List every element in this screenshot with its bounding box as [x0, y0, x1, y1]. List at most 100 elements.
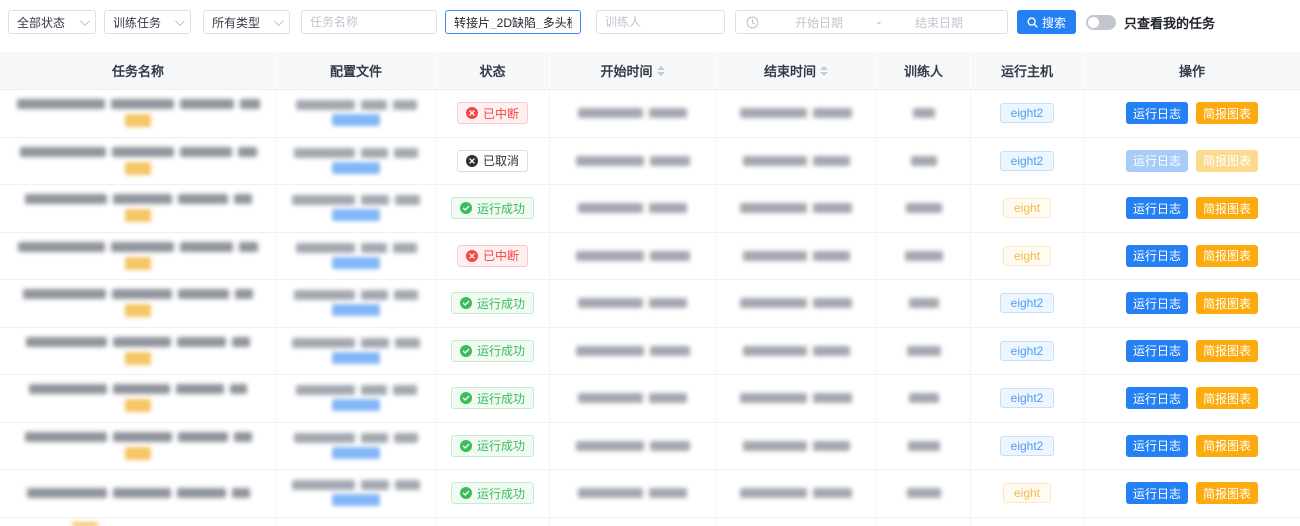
status-label: 已中断	[483, 247, 519, 264]
redacted-end-time	[740, 488, 852, 498]
status-success-icon	[460, 487, 472, 499]
start-time-cell	[550, 90, 716, 137]
task-name-cell	[0, 233, 277, 280]
host-cell: eight2	[971, 138, 1084, 185]
report-chart-button: 简报图表	[1196, 150, 1258, 172]
host-cell: eight2	[971, 328, 1084, 375]
search-button[interactable]: 搜索	[1017, 10, 1076, 34]
category-filter-select[interactable]: 所有类型	[203, 10, 290, 34]
run-log-button[interactable]: 运行日志	[1126, 197, 1188, 219]
column-label: 状态	[479, 61, 505, 80]
task-row: 运行成功 eight2 运行日志简报图表	[0, 328, 1300, 376]
task-name-cell	[0, 328, 277, 375]
actions-cell: 运行日志简报图表	[1084, 233, 1300, 280]
task-row: 已中断eight运行日志简报图表	[0, 233, 1300, 281]
redacted-start-time	[578, 108, 687, 118]
host-cell: eight2	[971, 90, 1084, 137]
actions-cell: 运行日志简报图表	[1084, 328, 1300, 375]
status-badge: 运行成功	[451, 435, 534, 457]
sort-icon[interactable]	[657, 66, 665, 76]
task-table: 任务名称配置文件状态开始时间结束时间训练人运行主机操作 已中断eight2运行日…	[0, 52, 1300, 526]
run-log-button[interactable]: 运行日志	[1126, 245, 1188, 267]
report-chart-button[interactable]: 简报图表	[1196, 387, 1258, 409]
task-name-input[interactable]	[310, 15, 428, 29]
host-cell: eight	[971, 470, 1084, 517]
host-tag: eight	[1003, 483, 1051, 503]
actions-cell: 运行日志简报图表	[1084, 470, 1300, 517]
keyword-input-wrap	[445, 10, 581, 34]
task-row: 运行成功 eight 运行日志简报图表	[0, 470, 1300, 518]
end-date-input[interactable]: 结束日期	[881, 14, 997, 31]
redacted-config-link[interactable]	[332, 114, 380, 126]
search-button-label: 搜索	[1042, 14, 1066, 31]
run-log-button[interactable]: 运行日志	[1126, 435, 1188, 457]
redacted-end-time	[740, 393, 852, 403]
host-tag: eight2	[1000, 341, 1055, 361]
redacted-config-link[interactable]	[332, 209, 380, 221]
report-chart-button[interactable]: 简报图表	[1196, 197, 1258, 219]
redacted-start-time	[576, 251, 690, 261]
redacted-config-link[interactable]	[332, 352, 380, 364]
run-log-button[interactable]: 运行日志	[1126, 482, 1188, 504]
redacted-start-time	[576, 156, 690, 166]
redacted-config-link[interactable]	[332, 257, 380, 269]
report-chart-button[interactable]: 简报图表	[1196, 340, 1258, 362]
trainer-cell	[877, 185, 971, 232]
trainer-input[interactable]	[605, 15, 716, 29]
redacted-trainer-name	[905, 251, 943, 261]
config-file-cell	[277, 233, 436, 280]
run-log-button[interactable]: 运行日志	[1126, 292, 1188, 314]
trainer-cell	[877, 280, 971, 327]
run-log-button[interactable]: 运行日志	[1126, 387, 1188, 409]
actions-cell: 运行日志简报图表	[1084, 280, 1300, 327]
table-header-cell-start[interactable]: 开始时间	[550, 52, 716, 89]
run-log-button[interactable]: 运行日志	[1126, 340, 1188, 362]
redacted-config-link[interactable]	[332, 304, 380, 316]
table-header-cell-actions: 操作	[1084, 52, 1300, 89]
host-cell: eight	[971, 185, 1084, 232]
redacted-task-tag	[125, 209, 151, 222]
redacted-config-link[interactable]	[332, 494, 380, 506]
report-chart-button[interactable]: 简报图表	[1196, 102, 1258, 124]
start-date-input[interactable]: 开始日期	[761, 14, 877, 31]
redacted-config-name	[292, 195, 420, 205]
host-cell: eight2	[971, 280, 1084, 327]
config-file-cell	[277, 280, 436, 327]
report-chart-button[interactable]: 简报图表	[1196, 435, 1258, 457]
status-label: 运行成功	[477, 200, 525, 217]
redacted-start-time	[578, 488, 687, 498]
status-label: 已中断	[483, 105, 519, 122]
report-chart-button[interactable]: 简报图表	[1196, 482, 1258, 504]
run-log-button[interactable]: 运行日志	[1126, 102, 1188, 124]
report-chart-button[interactable]: 简报图表	[1196, 292, 1258, 314]
status-filter-value: 全部状态	[17, 14, 65, 31]
end-time-cell	[716, 185, 877, 232]
status-badge: 运行成功	[451, 340, 534, 362]
redacted-config-link[interactable]	[332, 162, 380, 174]
sort-icon[interactable]	[820, 66, 828, 76]
status-filter-select[interactable]: 全部状态	[8, 10, 96, 34]
status-cell: 运行成功	[436, 280, 550, 327]
task-type-filter-select[interactable]: 训练任务	[104, 10, 191, 34]
config-file-cell	[277, 470, 436, 517]
trainer-cell	[877, 423, 971, 470]
keyword-input[interactable]	[454, 15, 572, 29]
table-header-cell-end[interactable]: 结束时间	[716, 52, 877, 89]
redacted-config-link[interactable]	[332, 399, 380, 411]
config-file-cell	[277, 90, 436, 137]
status-badge: 已中断	[457, 245, 528, 267]
my-tasks-toggle[interactable]	[1086, 15, 1116, 30]
redacted-trainer-name	[909, 393, 939, 403]
redacted-config-name	[294, 148, 418, 158]
status-badge: 运行成功	[451, 292, 534, 314]
status-success-icon	[460, 202, 472, 214]
status-badge: 运行成功	[451, 482, 534, 504]
search-icon	[1027, 17, 1038, 28]
report-chart-button[interactable]: 简报图表	[1196, 245, 1258, 267]
status-cell: 已中断	[436, 90, 550, 137]
column-label: 开始时间	[600, 61, 652, 80]
date-range-picker[interactable]: 开始日期 - 结束日期	[735, 10, 1008, 34]
status-cell: 运行成功	[436, 185, 550, 232]
status-success-icon	[460, 392, 472, 404]
redacted-config-link[interactable]	[332, 447, 380, 459]
